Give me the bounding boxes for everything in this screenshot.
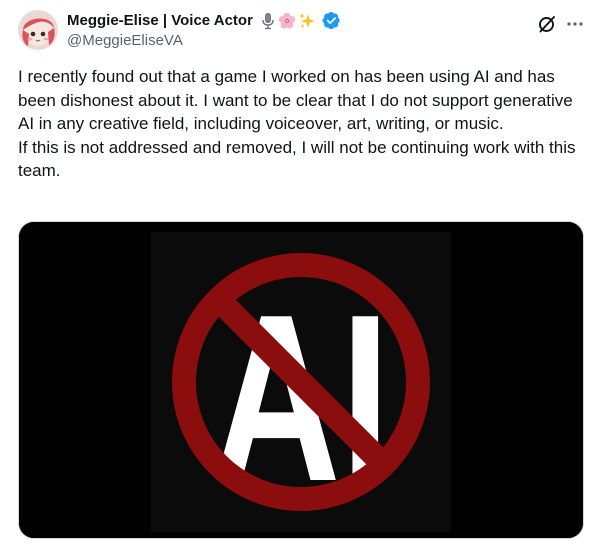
avatar[interactable] xyxy=(18,10,58,50)
tweet-text: I recently found out that a game I worke… xyxy=(18,65,578,183)
microphone-icon xyxy=(260,12,276,30)
author-name-row: Meggie-Elise | Voice Actor xyxy=(67,11,341,30)
author-handle[interactable]: @MeggieEliseVA xyxy=(67,32,183,49)
cherry-blossom-icon xyxy=(278,12,296,30)
verified-badge-icon xyxy=(322,11,341,30)
name-emojis xyxy=(260,12,316,30)
grok-icon[interactable] xyxy=(537,14,557,34)
tweet-media-image[interactable]: AI xyxy=(18,221,584,539)
author-display-name[interactable]: Meggie-Elise | Voice Actor xyxy=(67,12,253,29)
tweet-paragraph: I recently found out that a game I worke… xyxy=(18,67,573,133)
sparkles-icon xyxy=(298,12,316,30)
tweet-paragraph: If this is not addressed and removed, I … xyxy=(18,137,576,181)
tweet: Meggie-Elise | Voice Actor @MeggieEliseV… xyxy=(0,0,593,555)
more-icon[interactable] xyxy=(565,14,585,34)
